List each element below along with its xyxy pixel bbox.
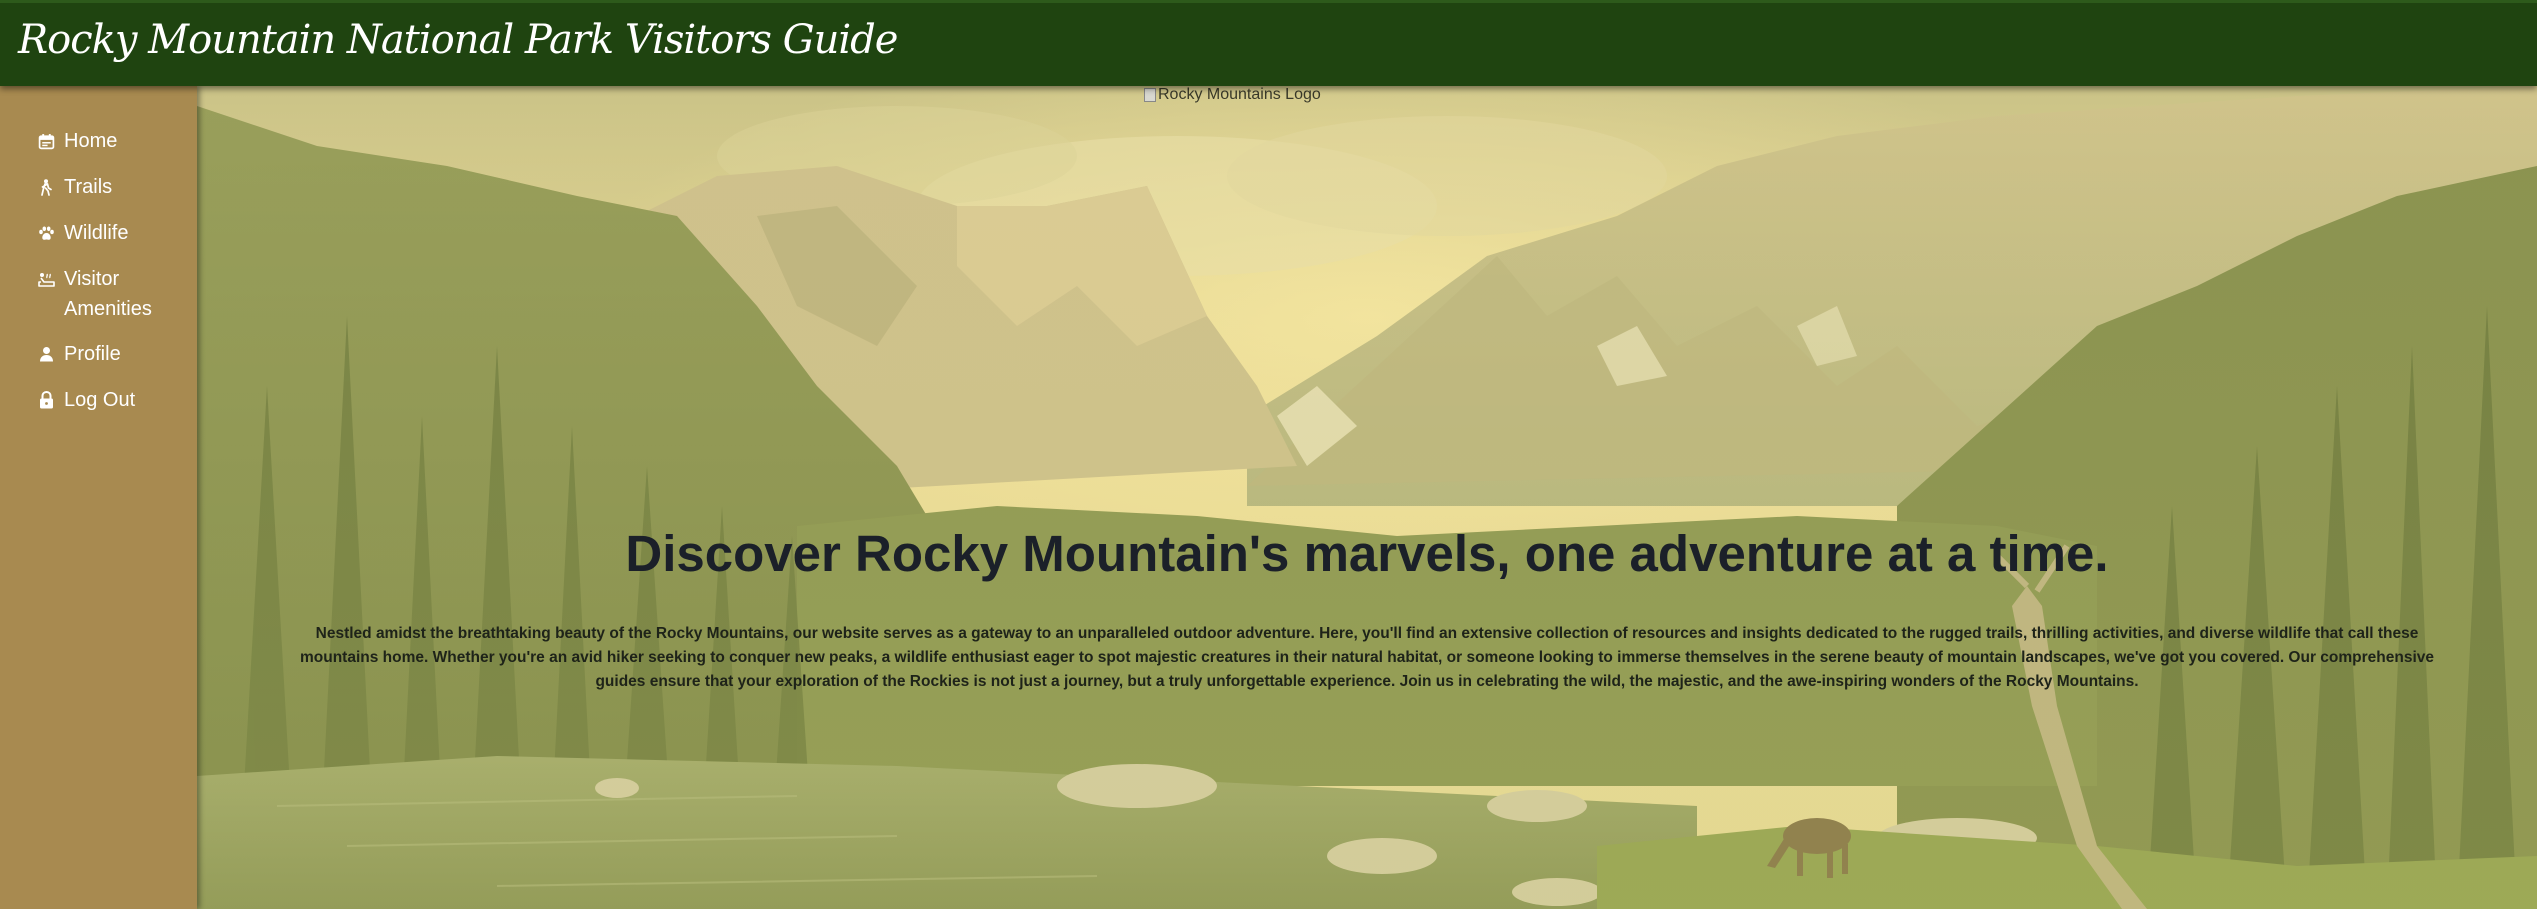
main-content: Rocky Mountains Logo Discover Rocky Moun… — [197, 86, 2537, 909]
sidebar-item-label: Profile — [64, 343, 121, 365]
logo-alt-text: Rocky Mountains Logo — [1158, 86, 1321, 103]
site-title: Rocky Mountain National Park Visitors Gu… — [18, 17, 898, 63]
sidebar-item-label: Home — [64, 130, 118, 152]
sidebar-nav: Home Trails Wildlife Visitor Amenities P… — [0, 86, 197, 909]
hero-background-image — [197, 86, 2537, 909]
sidebar-item-label: Trails — [64, 176, 113, 198]
hot-tub-icon — [37, 264, 55, 294]
sidebar-item-label: Visitor Amenities — [64, 268, 152, 320]
sidebar-item-log-out[interactable]: Log Out — [37, 385, 135, 415]
logo-image-alt: Rocky Mountains Logo — [1144, 86, 1321, 104]
sidebar-item-visitor-amenities[interactable]: Visitor Amenities — [37, 264, 174, 324]
broken-image-icon — [1144, 88, 1156, 102]
sidebar-item-home[interactable]: Home — [37, 126, 117, 156]
lock-icon — [37, 385, 55, 415]
user-icon — [37, 339, 55, 369]
sidebar-item-label: Log Out — [64, 389, 136, 411]
sidebar-item-label: Wildlife — [64, 222, 129, 244]
hero-tagline: Discover Rocky Mountain's marvels, one a… — [625, 525, 2109, 582]
top-header-bar: Rocky Mountain National Park Visitors Gu… — [0, 0, 2537, 86]
sidebar-item-trails[interactable]: Trails — [37, 172, 112, 202]
hero-intro-text: Nestled amidst the breathtaking beauty o… — [299, 625, 2435, 690]
hiker-icon — [37, 172, 55, 202]
calendar-icon — [37, 126, 55, 156]
sidebar-item-wildlife[interactable]: Wildlife — [37, 218, 128, 248]
paw-icon — [37, 218, 55, 248]
sidebar-item-profile[interactable]: Profile — [37, 339, 121, 369]
